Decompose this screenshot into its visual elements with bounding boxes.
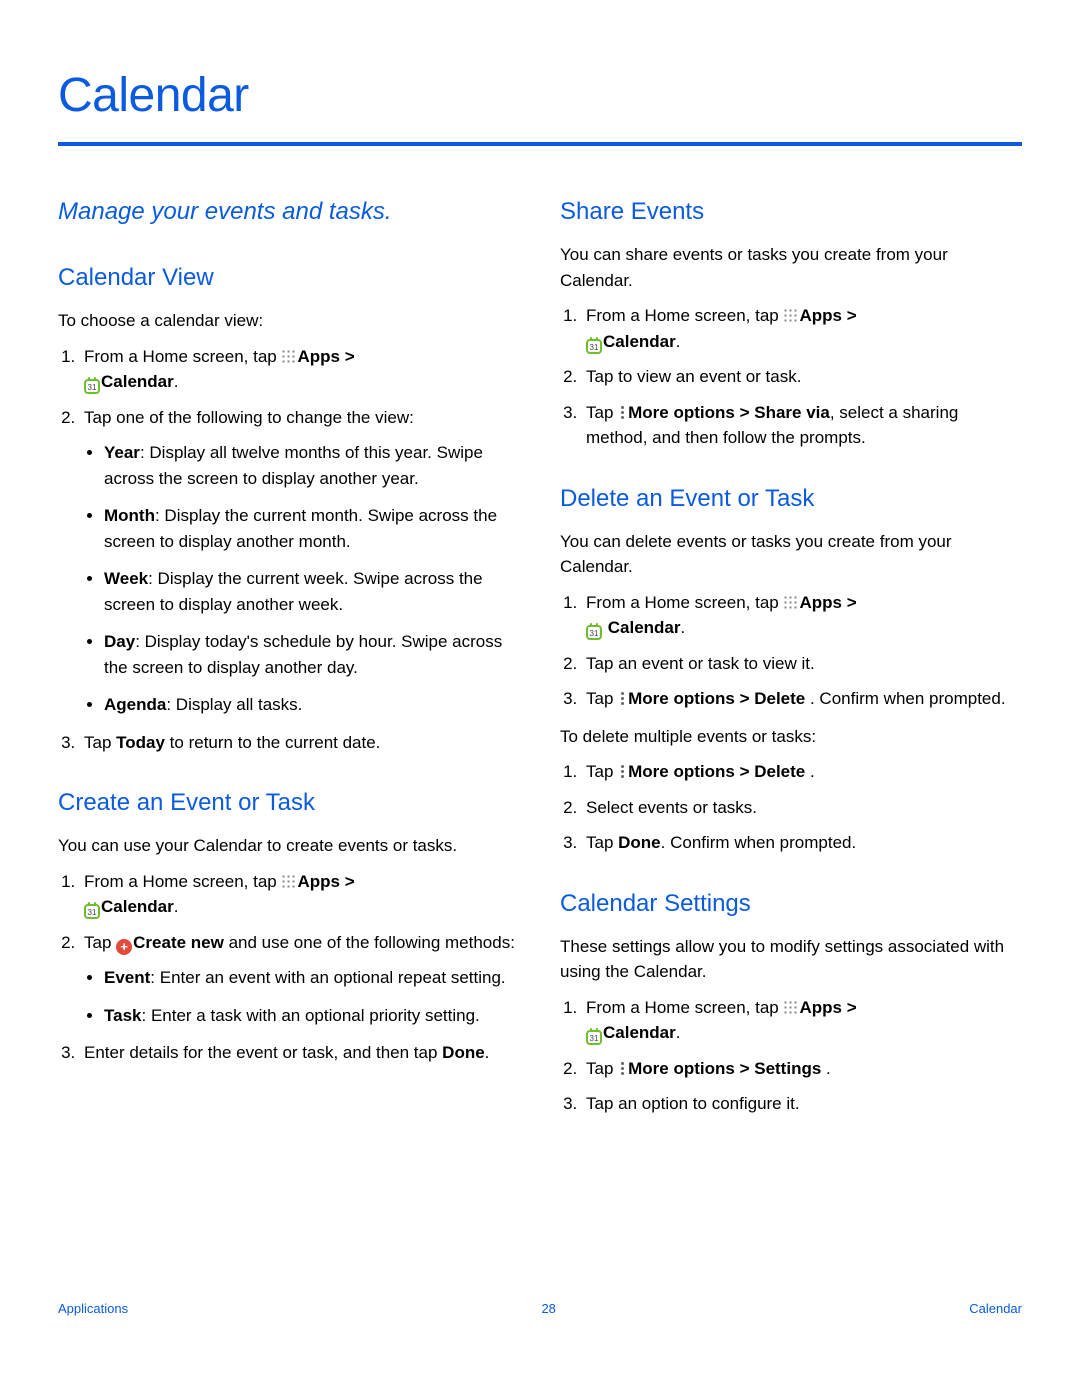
steps: Tap More options > Delete . Select event…: [560, 759, 1022, 856]
bullet-list: Event: Enter an event with an optional r…: [84, 965, 520, 1028]
calendar-icon: 31: [586, 339, 602, 354]
step: Tap +Create new and use one of the follo…: [80, 930, 520, 1029]
more-options-icon: [618, 765, 626, 779]
steps: From a Home screen, tap Apps > 31Calenda…: [560, 995, 1022, 1117]
bullet: Year: Display all twelve months of this …: [104, 440, 520, 491]
apps-grid-icon: [783, 308, 797, 322]
heading-share: Share Events: [560, 194, 1022, 230]
footer: Applications 28 Calendar: [58, 1299, 1022, 1319]
step: Tap Done. Confirm when prompted.: [582, 830, 1022, 856]
apps-grid-icon: [281, 349, 295, 363]
bullet: Day: Display today's schedule by hour. S…: [104, 629, 520, 680]
step: Select events or tasks.: [582, 795, 1022, 821]
text: You can share events or tasks you create…: [560, 242, 1022, 293]
step: Tap one of the following to change the v…: [80, 405, 520, 718]
bullet: Event: Enter an event with an optional r…: [104, 965, 520, 991]
heading-settings: Calendar Settings: [560, 886, 1022, 922]
step: From a Home screen, tap Apps > 31 Calend…: [582, 590, 1022, 641]
left-column: Manage your events and tasks. Calendar V…: [58, 194, 520, 1129]
heading-calendar-view: Calendar View: [58, 260, 520, 296]
calendar-icon: 31: [586, 625, 602, 640]
calendar-icon: 31: [586, 1030, 602, 1045]
step: From a Home screen, tap Apps > 31Calenda…: [582, 995, 1022, 1046]
steps: From a Home screen, tap Apps > 31Calenda…: [58, 344, 520, 756]
heading-delete: Delete an Event or Task: [560, 481, 1022, 517]
step: Tap More options > Delete .: [582, 759, 1022, 785]
step: From a Home screen, tap Apps > 31Calenda…: [582, 303, 1022, 354]
page-subtitle: Manage your events and tasks.: [58, 194, 520, 230]
more-options-icon: [618, 1062, 626, 1076]
text: To choose a calendar view:: [58, 308, 520, 334]
apps-grid-icon: [783, 595, 797, 609]
step: Enter details for the event or task, and…: [80, 1040, 520, 1066]
steps: From a Home screen, tap Apps > 31Calenda…: [560, 303, 1022, 451]
bullet: Month: Display the current month. Swipe …: [104, 503, 520, 554]
footer-right: Calendar: [969, 1299, 1022, 1319]
text: To delete multiple events or tasks:: [560, 724, 1022, 750]
text: You can use your Calendar to create even…: [58, 833, 520, 859]
apps-grid-icon: [281, 874, 295, 888]
bullet: Agenda: Display all tasks.: [104, 692, 520, 718]
two-column-layout: Manage your events and tasks. Calendar V…: [58, 194, 1022, 1129]
more-options-icon: [618, 692, 626, 706]
right-column: Share Events You can share events or tas…: [560, 194, 1022, 1129]
step: Tap an event or task to view it.: [582, 651, 1022, 677]
steps: From a Home screen, tap Apps > 31 Calend…: [560, 590, 1022, 712]
more-options-icon: [618, 406, 626, 420]
plus-icon: +: [116, 939, 132, 955]
text: These settings allow you to modify setti…: [560, 934, 1022, 985]
bullet-list: Year: Display all twelve months of this …: [84, 440, 520, 718]
page-title: Calendar: [58, 60, 1022, 132]
step: From a Home screen, tap Apps > 31Calenda…: [80, 869, 520, 920]
step: Tap Today to return to the current date.: [80, 730, 520, 756]
calendar-icon: 31: [84, 379, 100, 394]
step: Tap an option to configure it.: [582, 1091, 1022, 1117]
step: Tap More options > Delete . Confirm when…: [582, 686, 1022, 712]
step: Tap More options > Share via, select a s…: [582, 400, 1022, 451]
text: You can delete events or tasks you creat…: [560, 529, 1022, 580]
footer-left: Applications: [58, 1299, 128, 1319]
bullet: Week: Display the current week. Swipe ac…: [104, 566, 520, 617]
bullet: Task: Enter a task with an optional prio…: [104, 1003, 520, 1029]
steps: From a Home screen, tap Apps > 31Calenda…: [58, 869, 520, 1066]
step: Tap More options > Settings .: [582, 1056, 1022, 1082]
apps-grid-icon: [783, 1000, 797, 1014]
calendar-icon: 31: [84, 904, 100, 919]
step: Tap to view an event or task.: [582, 364, 1022, 390]
page: Calendar Manage your events and tasks. C…: [0, 0, 1080, 1340]
heading-create: Create an Event or Task: [58, 785, 520, 821]
footer-page-number: 28: [541, 1299, 555, 1319]
title-rule: [58, 142, 1022, 146]
step: From a Home screen, tap Apps > 31Calenda…: [80, 344, 520, 395]
